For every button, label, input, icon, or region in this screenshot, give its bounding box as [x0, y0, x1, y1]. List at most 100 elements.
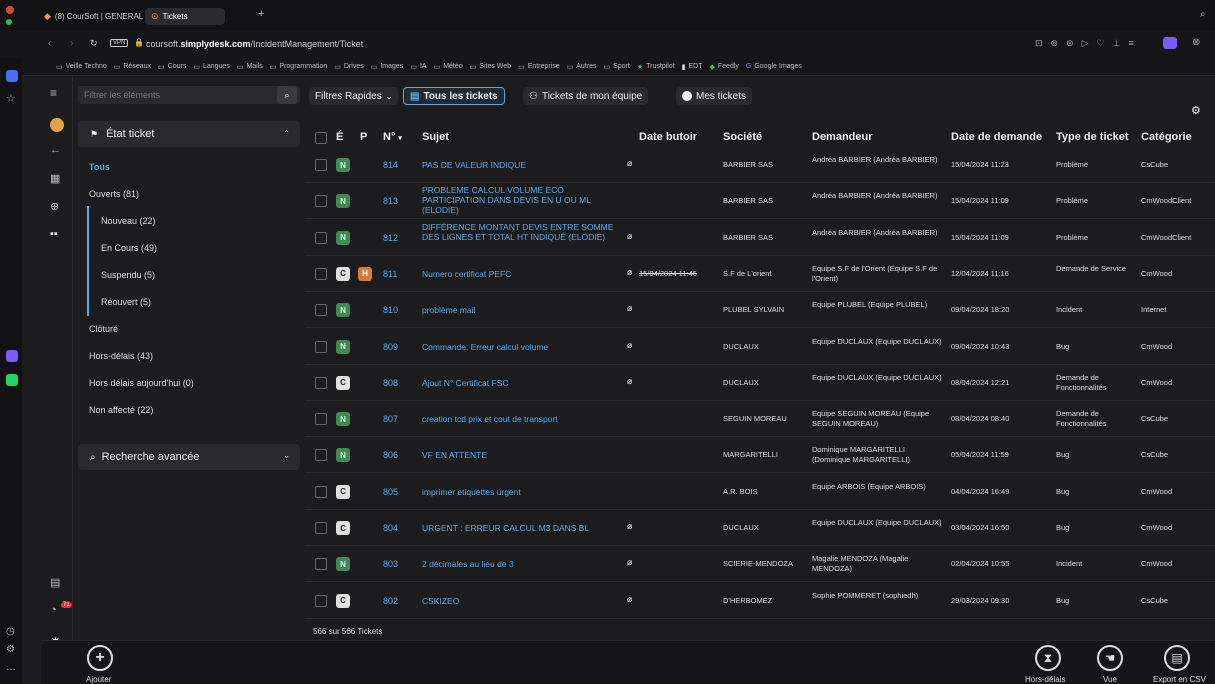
filter-reouvert[interactable]: Réouvert (5)	[101, 297, 151, 307]
ticket-number[interactable]: 813	[383, 196, 398, 206]
ticket-number[interactable]: 814	[383, 160, 398, 170]
row-checkbox[interactable]	[315, 195, 327, 208]
ticket-subject[interactable]: PAS DE VALEUR INDIQUE	[422, 160, 627, 170]
row-checkbox[interactable]	[315, 522, 327, 534]
inbox-icon[interactable]: ▤	[50, 576, 60, 589]
clock-icon[interactable]: ◷	[6, 626, 15, 637]
bookmark-folder[interactable]: ▭ Cours	[158, 63, 186, 71]
ticket-number[interactable]: 804	[383, 523, 398, 533]
ticket-number[interactable]: 810	[383, 305, 398, 315]
ticket-subject[interactable]: Numero certificat PEFC	[422, 269, 627, 279]
search-tabs-icon[interactable]: ⌕	[1200, 9, 1206, 20]
table-row[interactable]: C 805 imprimer etiquettes urgent A.R. BOIS E…	[305, 474, 1215, 510]
search-button[interactable]: ⌕	[277, 86, 297, 104]
filter-nouveau[interactable]: Nouveau (22)	[101, 216, 156, 226]
col-subject[interactable]: Sujet	[422, 131, 449, 143]
select-all-checkbox[interactable]	[315, 132, 327, 144]
bookmark-folder[interactable]: ▭ Veille Techno	[56, 63, 107, 71]
ticket-subject[interactable]: URGENT : ERREUR CALCUL M3 DANS BL	[422, 523, 627, 533]
col-number[interactable]: N° ▾	[383, 131, 402, 143]
bookmark-link[interactable]: ▮ EDT	[682, 63, 703, 71]
back-icon[interactable]: ‹	[48, 38, 51, 49]
attachment-icon[interactable]: ⌀	[627, 376, 632, 386]
bookmark-folder[interactable]: ▭ Images	[371, 63, 404, 71]
row-checkbox[interactable]	[315, 340, 327, 353]
filter-search-input[interactable]	[78, 86, 300, 104]
bookmark-folder[interactable]: ▭ Programmation	[270, 63, 327, 71]
quick-filters-dropdown[interactable]: Filtres Rapides ⌄	[309, 87, 399, 105]
add-button[interactable]: +	[87, 645, 113, 671]
ticket-number[interactable]: 808	[383, 378, 398, 388]
grid-icon[interactable]: ▪▪	[50, 228, 58, 240]
ticket-number[interactable]: 812	[383, 233, 398, 243]
tab-coursoft[interactable]: ◆ (8) CourSoft | GENERAL	[38, 8, 149, 25]
export-csv-button[interactable]: ▤	[1164, 645, 1190, 671]
filter-ouverts[interactable]: Ouverts (81)	[89, 189, 139, 199]
bookmark-link[interactable]: G Google Images	[746, 63, 802, 70]
add-circle-icon[interactable]: ⊕	[50, 200, 59, 213]
ticket-number[interactable]: 806	[383, 450, 398, 460]
reload-icon[interactable]: ↻	[90, 38, 98, 49]
close-window-icon[interactable]	[6, 6, 14, 14]
ticket-subject[interactable]: imprimer etiquettes urgent	[422, 487, 627, 497]
filter-tous[interactable]: Tous	[89, 162, 110, 172]
ticket-subject[interactable]: Commande: Erreur calcul volume	[422, 342, 627, 352]
col-priority[interactable]: P	[360, 131, 367, 143]
col-category[interactable]: Catégorie	[1141, 131, 1192, 143]
dashboard-icon[interactable]: ▦	[50, 172, 60, 185]
bookmark-link[interactable]: ★ Trustpilot	[637, 63, 675, 71]
bookmark-folder[interactable]: ▭ Réseaux	[114, 63, 151, 71]
ticket-subject[interactable]: PROBLEME CALCUL VOLUME ECO PARTICIPATION…	[422, 185, 627, 215]
attachment-icon[interactable]: ⌀	[627, 231, 632, 241]
bookmark-folder[interactable]: ▭ Mails	[237, 63, 263, 71]
table-row[interactable]: N 814 PAS DE VALEUR INDIQUE ⌀ BARBIER SAS And…	[305, 147, 1215, 183]
row-checkbox[interactable]	[315, 485, 327, 498]
star-icon[interactable]: ☆	[6, 92, 16, 105]
advanced-search-header[interactable]: ⌕ Recherche avancée ⌄	[78, 444, 300, 470]
table-row[interactable]: N 810 problème mail ⌀ PLUBEL SYLVAIN Equipe P…	[305, 292, 1215, 329]
home-icon[interactable]	[6, 70, 18, 82]
new-tab-icon[interactable]: +	[258, 8, 264, 20]
more-icon[interactable]: …	[6, 662, 16, 673]
col-requester[interactable]: Demandeur	[812, 131, 873, 143]
table-row[interactable]: N 809 Commande: Erreur calcul volume ⌀ DUCLA…	[305, 329, 1215, 365]
tab-my-tickets[interactable]: Mes tickets	[676, 87, 753, 105]
ticket-number[interactable]: 802	[383, 596, 398, 606]
settings-icon[interactable]: ⚙	[6, 644, 15, 655]
col-due-date[interactable]: Date butoir	[639, 131, 697, 143]
bookmark-folder[interactable]: ▭ Entreprise	[518, 63, 560, 71]
col-type[interactable]: Type de ticket	[1056, 131, 1129, 143]
attachment-icon[interactable]: ⌀	[627, 594, 632, 604]
ticket-subject[interactable]: VF EN ATTENTE	[422, 450, 627, 460]
attachment-icon[interactable]: ⌀	[627, 158, 632, 168]
ticket-subject[interactable]: problème mail	[422, 305, 627, 315]
filter-en-cours[interactable]: En Cours (49)	[101, 243, 157, 253]
chat-icon[interactable]: ◔	[50, 604, 57, 616]
row-checkbox[interactable]	[315, 449, 327, 462]
vpn-icon[interactable]: VPN	[110, 39, 129, 47]
bookmark-folder[interactable]: ▭ Météo	[434, 63, 463, 71]
profile-icon[interactable]	[1163, 37, 1177, 49]
table-row[interactable]: C H 811 Numero certificat PEFC ⌀ 15/04/2024 1…	[305, 256, 1215, 292]
table-row[interactable]: C 804 URGENT : ERREUR CALCUL M3 DANS BL ⌀ DU…	[305, 510, 1215, 546]
view-button[interactable]: ☚	[1097, 645, 1123, 671]
ticket-number[interactable]: 805	[383, 487, 398, 497]
filter-non-affecte[interactable]: Non affecté (22)	[89, 405, 153, 415]
table-row[interactable]: N 813 PROBLEME CALCUL VOLUME ECO PARTICIPA…	[305, 183, 1215, 220]
row-checkbox[interactable]	[315, 304, 327, 317]
filter-cloture[interactable]: Clôturé	[89, 324, 118, 334]
attachment-icon[interactable]: ⌀	[627, 557, 632, 567]
ticket-number[interactable]: 811	[383, 269, 397, 279]
bookmark-folder[interactable]: ▭ Sport	[603, 63, 629, 71]
tab-all-tickets[interactable]: ▤ Tous les tickets	[403, 87, 505, 105]
bookmark-folder[interactable]: ▭ Sites Web	[470, 63, 511, 71]
ticket-number[interactable]: 809	[383, 342, 398, 352]
row-checkbox[interactable]	[315, 159, 327, 171]
browser-toolbar-icons[interactable]: ⊡⊚⊛▷♡⊥≡	[1035, 38, 1142, 49]
attachment-icon[interactable]: ⌀	[627, 303, 632, 313]
overdue-button[interactable]: ⧗	[1035, 645, 1061, 671]
filter-hors-delais-today[interactable]: Hors délais aujourd'hui (0)	[89, 378, 194, 388]
table-row[interactable]: N 812 DIFFÉRENCE MONTANT DEVIS ENTRE SOMME…	[305, 220, 1215, 256]
filter-suspendu[interactable]: Suspendu (5)	[101, 270, 155, 280]
messenger-icon[interactable]	[6, 350, 18, 362]
